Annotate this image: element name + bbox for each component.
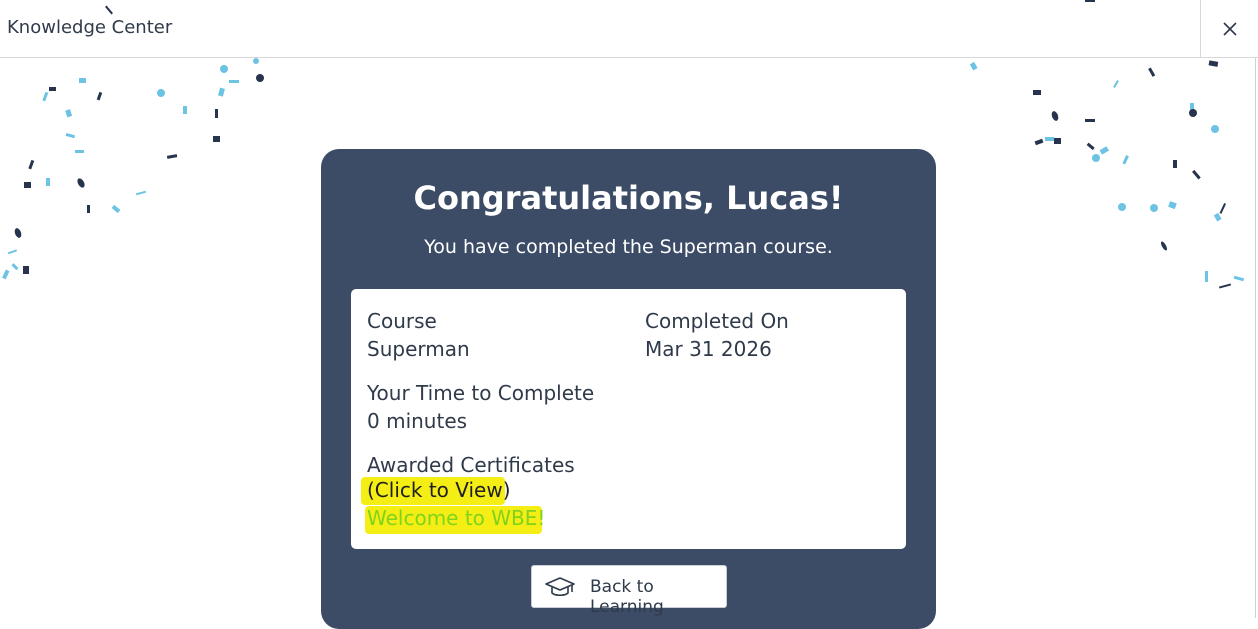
- time-to-complete-label: Your Time to Complete: [367, 381, 595, 405]
- awarded-certificates-label: Awarded Certificates: [367, 453, 575, 477]
- completed-on-label: Completed On: [645, 309, 789, 333]
- course-details-panel: Course Superman Completed On Mar 31 2026…: [351, 289, 906, 549]
- completed-on-value: Mar 31 2026: [645, 337, 772, 361]
- course-label: Course: [367, 309, 437, 333]
- time-to-complete-value: 0 minutes: [367, 409, 468, 433]
- app-title: Knowledge Center: [7, 17, 173, 38]
- graduation-cap-icon: [545, 577, 575, 597]
- completion-message: You have completed the Superman course.: [424, 236, 833, 258]
- top-bar: Knowledge Center: [0, 0, 1258, 58]
- close-icon: [1222, 22, 1237, 36]
- completion-card: Congratulations, Lucas! You have complet…: [321, 149, 936, 629]
- close-button[interactable]: [1200, 0, 1258, 58]
- view-certificate-link[interactable]: (Click to View): [367, 478, 511, 502]
- back-to-learning-label: Back to Learning: [590, 577, 664, 617]
- course-value: Superman: [367, 337, 470, 361]
- right-divider: [1255, 58, 1256, 618]
- congratulations-heading: Congratulations, Lucas!: [413, 179, 844, 217]
- certificate-name-link[interactable]: Welcome to WBE!: [367, 506, 545, 530]
- back-to-learning-button[interactable]: Back to Learning: [531, 565, 727, 617]
